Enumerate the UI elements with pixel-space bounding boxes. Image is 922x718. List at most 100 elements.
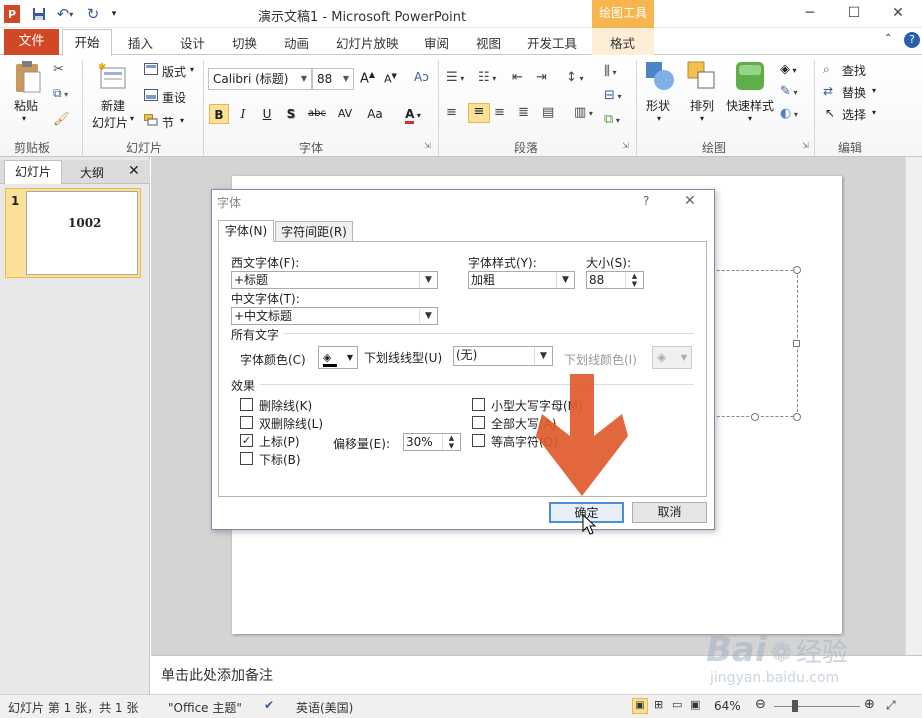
tab-developer[interactable]: 开发工具 — [527, 33, 577, 55]
close-button[interactable]: ✕ — [878, 0, 918, 28]
tab-character-spacing[interactable]: 字符间距(R) — [275, 221, 353, 242]
find-icon[interactable]: ⌕ — [823, 62, 830, 77]
clear-formatting-icon[interactable]: Aↄ — [414, 70, 429, 84]
title-placeholder[interactable] — [712, 270, 798, 417]
new-slide-label[interactable]: 新建 — [101, 97, 125, 114]
tab-transitions[interactable]: 切换 — [232, 33, 257, 55]
dialog-close-button[interactable]: ✕ — [684, 193, 696, 209]
tab-outline[interactable]: 大纲 — [80, 164, 104, 181]
tab-file[interactable]: 文件 — [4, 29, 59, 55]
slide-thumbnail[interactable] — [26, 191, 138, 275]
latin-font-select[interactable]: +标题 ▼ — [231, 271, 438, 289]
chevron-down-icon[interactable]: ▼ — [297, 69, 311, 89]
replace-button[interactable]: 替换 — [842, 84, 866, 101]
layout-dropdown-icon[interactable]: ▾ — [190, 65, 194, 74]
strikethrough-button[interactable]: abc — [305, 104, 329, 124]
asian-font-select[interactable]: +中文标题 ▼ — [231, 307, 438, 325]
paste-label[interactable]: 粘贴 — [14, 97, 38, 114]
font-name-combo[interactable]: Calibri (标题) ▼ — [208, 68, 312, 90]
chevron-down-icon[interactable]: ▼ — [419, 308, 437, 324]
columns-icon[interactable]: ▥ ▾ — [574, 105, 593, 120]
cut-icon[interactable]: ✂ — [53, 62, 64, 77]
arrange-label[interactable]: 排列 — [690, 97, 714, 114]
shrink-font-icon[interactable]: A▼ — [384, 72, 397, 86]
all-caps-checkbox[interactable] — [472, 416, 485, 429]
replace-icon[interactable]: ⇄ — [823, 84, 833, 98]
small-caps-checkbox[interactable] — [472, 398, 485, 411]
font-size-combo[interactable]: 88 ▼ — [312, 68, 354, 90]
minimize-ribbon-icon[interactable]: ⌃ — [884, 33, 892, 55]
resize-handle[interactable] — [751, 413, 759, 421]
replace-dropdown-icon[interactable]: ▾ — [872, 86, 876, 95]
tab-view[interactable]: 视图 — [476, 33, 501, 55]
find-button[interactable]: 查找 — [842, 62, 866, 79]
underline-button[interactable]: U — [257, 104, 277, 124]
font-color-picker[interactable]: ◈ ▼ — [318, 346, 358, 369]
select-icon[interactable]: ↖ — [825, 106, 835, 120]
superscript-label[interactable]: 上标(P) — [259, 433, 300, 450]
strikethrough-checkbox[interactable] — [240, 398, 253, 411]
layout-button[interactable]: 版式 — [162, 63, 186, 80]
tab-home[interactable]: 开始 — [62, 29, 112, 56]
shape-fill-icon[interactable]: ◈ ▾ — [780, 62, 797, 77]
copy-icon[interactable]: ⧉ ▾ — [53, 86, 68, 101]
new-slide-dropdown-icon[interactable]: ▾ — [130, 114, 134, 123]
subscript-label[interactable]: 下标(B) — [259, 451, 301, 468]
decrease-indent-icon[interactable]: ⇤ — [512, 70, 523, 85]
align-text-icon[interactable]: ⊟ ▾ — [604, 88, 621, 103]
zoom-slider[interactable] — [774, 706, 860, 707]
slideshow-view-icon[interactable]: ▣ — [690, 698, 700, 711]
double-strikethrough-label[interactable]: 双删除线(L) — [259, 415, 323, 432]
undo-icon[interactable]: ↶ ▾ — [52, 5, 78, 23]
shape-effects-icon[interactable]: ◐ ▾ — [780, 106, 798, 121]
paste-dropdown-icon[interactable]: ▾ — [22, 114, 26, 123]
arrange-button[interactable] — [686, 60, 718, 95]
resize-handle[interactable] — [793, 413, 801, 421]
align-right-icon[interactable]: ≡ — [494, 105, 505, 120]
spinner-icon[interactable]: ▲ ▼ — [625, 272, 643, 288]
underline-style-select[interactable]: (无) ▼ — [453, 346, 553, 366]
dialog-help-button[interactable]: ? — [643, 194, 649, 208]
font-dialog-launcher-icon[interactable]: ⇲ — [424, 141, 431, 150]
superscript-checkbox[interactable]: ✓ — [240, 434, 253, 447]
tab-slides[interactable]: 幻灯片 — [4, 160, 62, 184]
select-button[interactable]: 选择 — [842, 106, 866, 123]
change-case-button[interactable]: Aa — [362, 104, 388, 124]
vertical-scrollbar[interactable] — [905, 157, 922, 655]
tab-font[interactable]: 字体(N) — [218, 220, 274, 242]
language[interactable]: 英语(美国) — [296, 699, 353, 716]
section-button[interactable]: 节 — [162, 114, 174, 131]
slide-sorter-view-icon[interactable]: ⊞ — [654, 698, 663, 711]
resize-handle[interactable] — [793, 340, 800, 347]
close-pane-icon[interactable]: ✕ — [128, 163, 140, 179]
equalize-height-checkbox[interactable] — [472, 434, 485, 447]
align-center-icon[interactable]: ≡ — [468, 103, 490, 123]
quick-styles-label[interactable]: 快速样式 — [726, 97, 774, 114]
customize-toolbar-icon[interactable]: ▾ — [108, 5, 120, 23]
smartart-icon[interactable]: ⧉ ▾ — [604, 112, 620, 127]
format-painter-icon[interactable]: 🖌 — [53, 112, 70, 127]
tab-animations[interactable]: 动画 — [284, 33, 309, 55]
strikethrough-label[interactable]: 删除线(K) — [259, 397, 312, 414]
font-color-button[interactable]: A ▾ — [400, 104, 426, 124]
help-icon[interactable]: ? — [904, 32, 920, 48]
spell-check-icon[interactable]: ✔ — [264, 698, 274, 712]
justify-icon[interactable]: ≣ — [518, 105, 529, 120]
tab-design[interactable]: 设计 — [180, 33, 205, 55]
drawing-dialog-launcher-icon[interactable]: ⇲ — [802, 141, 809, 150]
zoom-out-icon[interactable]: ⊖ — [755, 697, 766, 712]
shapes-button[interactable] — [644, 60, 676, 95]
section-icon[interactable] — [144, 114, 158, 129]
tab-insert[interactable]: 插入 — [128, 33, 153, 55]
select-dropdown-icon[interactable]: ▾ — [872, 108, 876, 117]
offset-spinner[interactable]: 30% ▲ ▼ — [403, 433, 461, 451]
chevron-down-icon[interactable]: ▼ — [534, 347, 552, 365]
spinner-icon[interactable]: ▲ ▼ — [442, 434, 460, 450]
arrange-dropdown-icon[interactable]: ▾ — [700, 114, 704, 123]
bullets-icon[interactable]: ☰ ▾ — [446, 70, 464, 85]
increase-indent-icon[interactable]: ⇥ — [536, 70, 547, 85]
cancel-button[interactable]: 取消 — [632, 502, 707, 523]
paragraph-dialog-launcher-icon[interactable]: ⇲ — [622, 141, 629, 150]
chevron-down-icon[interactable]: ▼ — [339, 69, 353, 89]
quick-styles-dropdown-icon[interactable]: ▾ — [748, 114, 752, 123]
